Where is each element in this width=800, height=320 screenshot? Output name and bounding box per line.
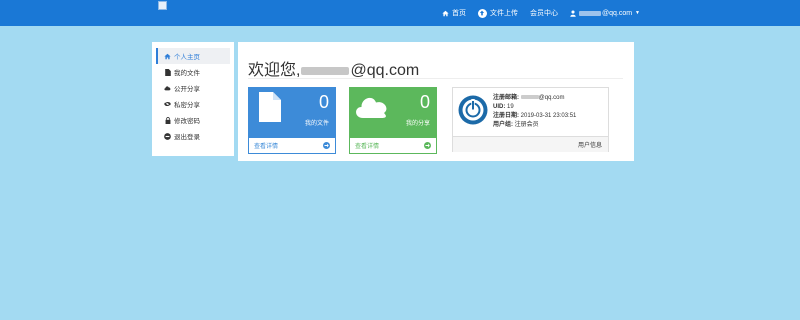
nav-home-label: 首页 <box>451 10 466 17</box>
uid-value: 19 <box>507 104 514 110</box>
divider <box>248 78 623 79</box>
sidebar-item-label: 私密分享 <box>174 102 200 109</box>
top-navbar: 首页 文件上传 会员中心 @qq.com ▼ <box>0 0 800 26</box>
arrow-right-circle-icon <box>424 142 431 149</box>
sidebar-item-logout[interactable]: 退出登录 <box>156 128 230 144</box>
my-shares-card-header: 0 我的分享 <box>350 88 436 138</box>
sidebar-item-public-share[interactable]: 公开分享 <box>156 80 230 96</box>
file-icon <box>164 68 171 76</box>
arrow-right-circle-icon <box>323 142 330 149</box>
sidebar-item-home[interactable]: 个人主页 <box>156 48 230 64</box>
my-shares-label: 我的分享 <box>405 121 430 127</box>
nav-upload-link[interactable]: 文件上传 <box>477 8 518 18</box>
my-files-label: 我的文件 <box>304 121 329 127</box>
cloud-icon <box>164 85 171 91</box>
chevron-down-icon: ▼ <box>635 10 640 16</box>
my-shares-card: 0 我的分享 查看详情 <box>349 87 437 154</box>
page-title: 欢迎您, @qq.com <box>248 56 419 80</box>
user-group-row: 用户组: 注册会员 <box>493 121 576 130</box>
nav-upload-label: 文件上传 <box>489 10 518 17</box>
site-logo[interactable] <box>158 1 167 10</box>
home-icon <box>164 53 171 60</box>
my-files-card: 0 我的文件 查看详情 <box>248 87 336 154</box>
eye-slash-icon <box>164 101 171 107</box>
my-files-details-link[interactable]: 查看详情 <box>249 138 335 153</box>
my-shares-count: 0 <box>419 92 430 112</box>
sidebar-item-private-share[interactable]: 私密分享 <box>156 96 230 112</box>
group-label: 用户组: <box>493 122 513 128</box>
my-files-card-header: 0 我的文件 <box>249 88 335 138</box>
redacted-username <box>578 10 601 16</box>
nav-user-email: @qq.com <box>601 9 633 17</box>
sidebar-item-label: 修改密码 <box>174 118 200 125</box>
sidebar-item-change-password[interactable]: 修改密码 <box>156 112 230 128</box>
minus-circle-icon <box>164 132 171 140</box>
redacted-email <box>301 67 350 75</box>
user-info-footer: 用户信息 <box>453 136 608 152</box>
details-link-label: 查看详情 <box>254 144 279 150</box>
date-label: 注册日期: <box>493 113 519 119</box>
nav-user-dropdown[interactable]: @qq.com ▼ <box>570 10 640 17</box>
nav-member-center-label: 会员中心 <box>529 10 558 17</box>
redacted-email <box>520 95 539 99</box>
date-value: 2019-03-31 23:03:51 <box>520 113 577 119</box>
user-email-row: 注册邮箱: @qq.com <box>493 94 576 103</box>
sidebar-item-label: 公开分享 <box>174 86 200 93</box>
email-label: 注册邮箱: <box>493 95 519 101</box>
user-uid-row: UID: 19 <box>493 103 576 112</box>
main-panel: 欢迎您, @qq.com 0 我的文件 查看详情 0 我的分享 查看详情 注册邮… <box>238 42 634 161</box>
sidebar-item-label: 我的文件 <box>174 70 200 77</box>
group-value: 注册会员 <box>514 122 539 128</box>
nav-home-link[interactable]: 首页 <box>442 8 466 18</box>
email-suffix: @qq.com <box>538 95 565 101</box>
home-icon <box>442 10 449 17</box>
uid-label: UID: <box>493 104 506 110</box>
user-icon <box>570 9 576 17</box>
sidebar: 个人主页 我的文件 公开分享 私密分享 修改密码 退出登录 <box>152 42 234 156</box>
power-icon <box>458 95 488 130</box>
file-icon <box>259 92 281 127</box>
user-info-text: 注册邮箱: @qq.com UID: 19 注册日期: 2019-03-31 2… <box>493 94 576 130</box>
nav-menu: 首页 文件上传 会员中心 @qq.com ▼ <box>430 0 640 26</box>
user-info-footer-label: 用户信息 <box>577 143 602 149</box>
upload-icon <box>477 8 487 18</box>
user-date-row: 注册日期: 2019-03-31 23:03:51 <box>493 112 576 121</box>
lock-icon <box>164 116 171 124</box>
nav-member-center-link[interactable]: 会员中心 <box>530 8 558 18</box>
sidebar-item-my-files[interactable]: 我的文件 <box>156 64 230 80</box>
user-info-card: 注册邮箱: @qq.com UID: 19 注册日期: 2019-03-31 2… <box>452 87 609 152</box>
sidebar-item-label: 退出登录 <box>174 134 200 141</box>
details-link-label: 查看详情 <box>355 144 380 150</box>
my-shares-details-link[interactable]: 查看详情 <box>350 138 436 153</box>
cloud-icon <box>355 96 389 123</box>
welcome-prefix: 欢迎您, <box>248 62 301 79</box>
my-files-count: 0 <box>318 92 329 112</box>
sidebar-item-label: 个人主页 <box>174 54 200 61</box>
